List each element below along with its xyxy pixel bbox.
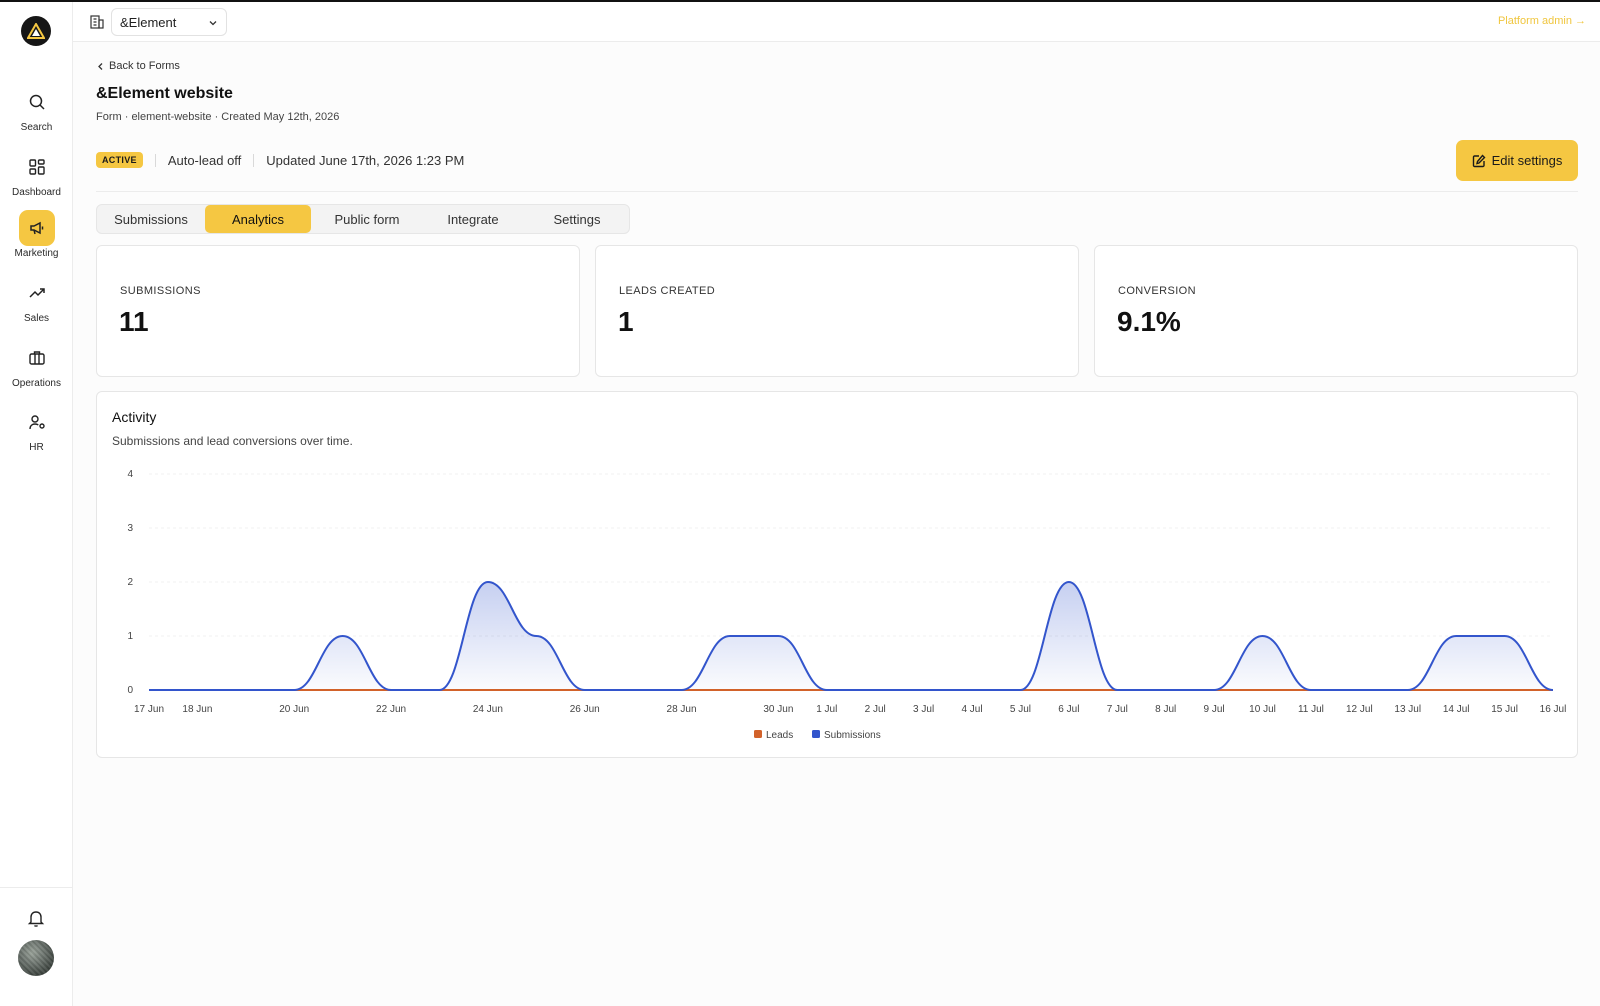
tab-submissions[interactable]: Submissions xyxy=(101,205,201,233)
y-tick-label: 2 xyxy=(127,577,133,588)
x-tick-label: 8 Jul xyxy=(1155,704,1176,715)
form-meta: Form · element-website · Created May 12t… xyxy=(96,111,340,123)
y-tick-label: 0 xyxy=(127,685,133,696)
kpi-label: CONVERSION xyxy=(1118,285,1196,297)
x-tick-label: 12 Jul xyxy=(1346,704,1373,715)
sidebar-item-label: Search xyxy=(20,122,53,133)
org-select-value: &Element xyxy=(120,15,177,30)
edit-settings-label: Edit settings xyxy=(1491,153,1563,168)
updated-timestamp: Updated June 17th, 2026 1:23 PM xyxy=(266,152,465,168)
sidebar: Search Dashboard Marketing Sales Operati… xyxy=(0,2,73,1006)
header-divider xyxy=(96,191,1578,192)
x-tick-label: 11 Jul xyxy=(1298,704,1324,715)
sidebar-item-hr[interactable]: HR xyxy=(0,404,73,453)
x-tick-label: 2 Jul xyxy=(865,704,886,715)
sidebar-item-label: Marketing xyxy=(14,248,59,259)
page-title: &Element website xyxy=(96,85,233,102)
x-tick-label: 10 Jul xyxy=(1249,704,1276,715)
x-tick-label: 22 Jun xyxy=(376,704,406,715)
kpi-label: LEADS CREATED xyxy=(619,285,716,297)
kpi-value: 11 xyxy=(119,306,149,337)
tab-analytics[interactable]: Analytics xyxy=(205,205,311,233)
edit-settings-button[interactable]: Edit settings xyxy=(1456,140,1578,181)
auto-lead-status: Auto-lead off xyxy=(167,152,242,168)
x-tick-label: 9 Jul xyxy=(1204,704,1225,715)
y-tick-label: 3 xyxy=(127,523,133,534)
back-link-label: Back to Forms xyxy=(109,60,180,72)
tab-public-form[interactable]: Public form xyxy=(315,205,419,233)
x-tick-label: 16 Jul xyxy=(1540,704,1567,715)
sidebar-item-operations[interactable]: Operations xyxy=(0,340,73,389)
trending-up-icon xyxy=(19,275,55,311)
search-icon xyxy=(19,84,55,120)
bell-icon[interactable] xyxy=(26,908,46,928)
activity-card: Activity Submissions and lead conversion… xyxy=(96,391,1578,758)
kpi-card-submissions: SUBMISSIONS 11 xyxy=(96,245,580,377)
x-tick-label: 7 Jul xyxy=(1107,704,1128,715)
tab-bar: Submissions Analytics Public form Integr… xyxy=(96,204,630,234)
legend-swatch-leads xyxy=(754,730,762,738)
topbar: &Element Platform admin → xyxy=(73,2,1600,42)
sidebar-item-label: HR xyxy=(29,442,44,453)
sidebar-footer xyxy=(0,887,73,1006)
building-icon xyxy=(90,15,104,29)
x-tick-label: 17 Jun xyxy=(134,704,164,715)
divider xyxy=(154,153,156,167)
sidebar-item-dashboard[interactable]: Dashboard xyxy=(0,149,73,198)
kpi-card-leads: LEADS CREATED 1 xyxy=(595,245,1079,377)
kpi-value: 1 xyxy=(618,306,634,337)
x-tick-label: 1 Jul xyxy=(816,704,837,715)
tab-integrate[interactable]: Integrate xyxy=(423,205,523,233)
chevron-left-icon xyxy=(98,62,103,70)
sidebar-item-marketing[interactable]: Marketing xyxy=(0,210,73,259)
chevron-down-icon xyxy=(209,21,217,26)
megaphone-icon xyxy=(18,210,55,246)
grid-icon xyxy=(19,149,55,185)
legend-swatch-submissions xyxy=(812,730,820,738)
legend-label-submissions: Submissions xyxy=(824,730,881,741)
x-tick-label: 15 Jul xyxy=(1491,704,1518,715)
org-select[interactable]: &Element xyxy=(111,8,227,36)
x-tick-label: 24 Jun xyxy=(473,704,503,715)
briefcase-icon xyxy=(19,340,55,376)
avatar[interactable] xyxy=(18,940,54,976)
x-tick-label: 5 Jul xyxy=(1010,704,1031,715)
sidebar-item-search[interactable]: Search xyxy=(0,84,73,133)
x-tick-label: 13 Jul xyxy=(1394,704,1421,715)
y-tick-label: 1 xyxy=(127,631,133,642)
x-tick-label: 14 Jul xyxy=(1443,704,1470,715)
app-logo[interactable] xyxy=(21,16,51,46)
x-tick-label: 3 Jul xyxy=(913,704,934,715)
kpi-card-conversion: CONVERSION 9.1% xyxy=(1094,245,1578,377)
back-to-forms-link[interactable]: Back to Forms xyxy=(96,60,180,72)
x-tick-label: 6 Jul xyxy=(1058,704,1079,715)
x-tick-label: 30 Jun xyxy=(763,704,793,715)
user-settings-icon xyxy=(19,404,55,440)
x-tick-label: 26 Jun xyxy=(570,704,600,715)
x-tick-label: 18 Jun xyxy=(182,704,212,715)
sidebar-item-label: Dashboard xyxy=(12,187,61,198)
tab-settings[interactable]: Settings xyxy=(527,205,627,233)
x-tick-label: 20 Jun xyxy=(279,704,309,715)
sidebar-item-label: Sales xyxy=(23,313,49,324)
status-row: ACTIVE Auto-lead off Updated June 17th, … xyxy=(96,150,464,170)
kpi-value: 9.1% xyxy=(1117,306,1181,337)
y-tick-label: 4 xyxy=(127,469,133,480)
divider xyxy=(253,153,255,167)
sidebar-item-label: Operations xyxy=(12,378,61,389)
legend-label-leads: Leads xyxy=(766,730,793,741)
status-badge: ACTIVE xyxy=(96,152,143,168)
kpi-label: SUBMISSIONS xyxy=(120,285,201,297)
x-tick-label: 28 Jun xyxy=(667,704,697,715)
edit-icon xyxy=(1472,153,1486,167)
platform-admin-link[interactable]: Platform admin → xyxy=(1498,15,1586,27)
x-tick-label: 4 Jul xyxy=(961,704,982,715)
sidebar-item-sales[interactable]: Sales xyxy=(0,275,73,324)
logo-triangle-icon xyxy=(27,23,45,39)
activity-chart: 0 1 2 3 4 17 Jun 18 Jun 20 Jun 22 Jun 24 Jun 26 Ju… xyxy=(127,469,1567,741)
